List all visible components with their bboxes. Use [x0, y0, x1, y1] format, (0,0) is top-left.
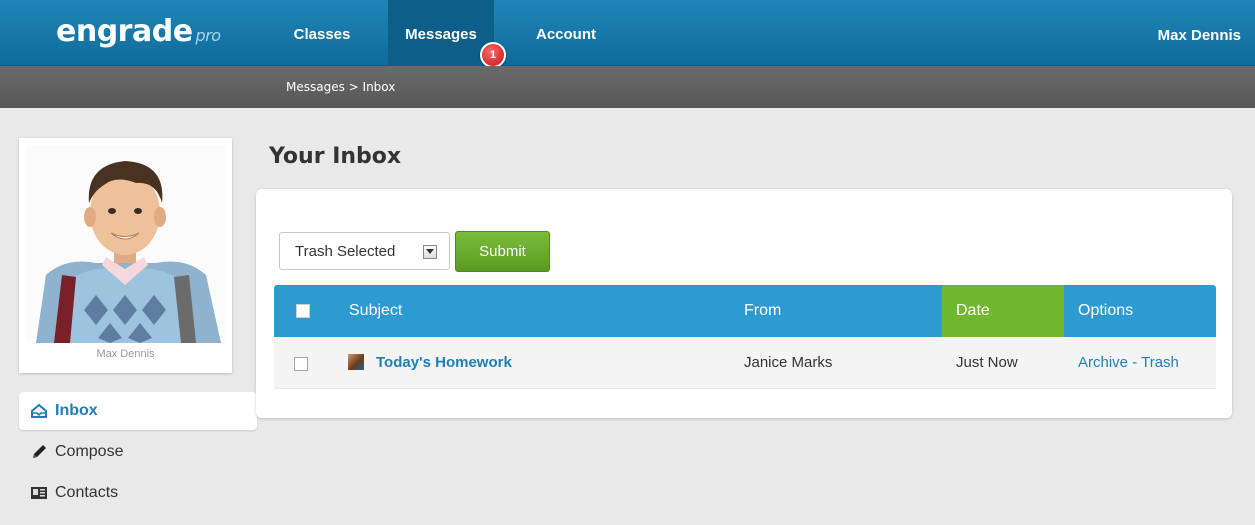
student-avatar-illustration: [26, 145, 225, 343]
sidebar-item-label: Compose: [55, 443, 124, 460]
inbox-icon: [27, 403, 51, 419]
column-header-date[interactable]: Date: [942, 285, 1064, 337]
message-options: Archive - Trash: [1078, 337, 1179, 389]
submit-button[interactable]: Submit: [455, 231, 550, 272]
top-nav-bar: engrade pro Classes Messages Account 1 M…: [0, 0, 1255, 68]
messages-notification-badge[interactable]: 1: [480, 42, 506, 68]
nav-messages[interactable]: Messages: [388, 0, 494, 66]
column-header-options: Options: [1078, 302, 1134, 319]
contacts-icon: [27, 485, 51, 501]
message-date: Just Now: [956, 354, 1018, 371]
message-from: Janice Marks: [744, 354, 833, 371]
sidebar-item-compose[interactable]: Compose: [19, 433, 257, 471]
sidebar-item-contacts[interactable]: Contacts: [19, 474, 257, 512]
breadcrumb-bar: Messages > Inbox: [0, 66, 1255, 108]
sidebar-item-inbox[interactable]: Inbox: [19, 392, 257, 430]
table-header: Subject From Date Options: [274, 285, 1216, 337]
nav-account[interactable]: Account: [518, 0, 614, 66]
sender-avatar-icon: [348, 354, 364, 370]
column-header-subject[interactable]: Subject: [349, 285, 402, 337]
bulk-action-selected: Trash Selected: [295, 242, 396, 260]
user-menu[interactable]: Max Dennis: [1158, 0, 1241, 66]
pencil-icon: [27, 443, 51, 461]
profile-card: Max Dennis: [19, 138, 232, 373]
message-subject-link[interactable]: Today's Homework: [376, 337, 512, 389]
column-header-from[interactable]: From: [744, 285, 781, 337]
table-row: Today's Homework Janice Marks Just Now A…: [274, 337, 1216, 389]
select-all-checkbox[interactable]: [296, 304, 310, 318]
sidebar-item-label: Contacts: [55, 484, 119, 501]
chevron-down-icon[interactable]: [423, 245, 437, 259]
archive-link[interactable]: Archive: [1078, 354, 1128, 371]
bulk-action-select[interactable]: Trash Selected: [279, 232, 450, 270]
trash-link[interactable]: Trash: [1141, 354, 1179, 371]
breadcrumb: Messages > Inbox: [286, 80, 396, 94]
logo-text: engrade: [56, 14, 193, 49]
engrade-logo[interactable]: engrade pro: [56, 14, 221, 54]
page-title: Your Inbox: [269, 144, 402, 169]
row-checkbox[interactable]: [294, 357, 308, 371]
logo-suffix: pro: [195, 26, 222, 45]
profile-photo: [26, 145, 225, 343]
sidebar-item-label: Inbox: [55, 402, 98, 419]
nav-classes[interactable]: Classes: [274, 0, 370, 66]
options-separator: -: [1128, 354, 1142, 371]
profile-name: Max Dennis: [96, 348, 155, 360]
